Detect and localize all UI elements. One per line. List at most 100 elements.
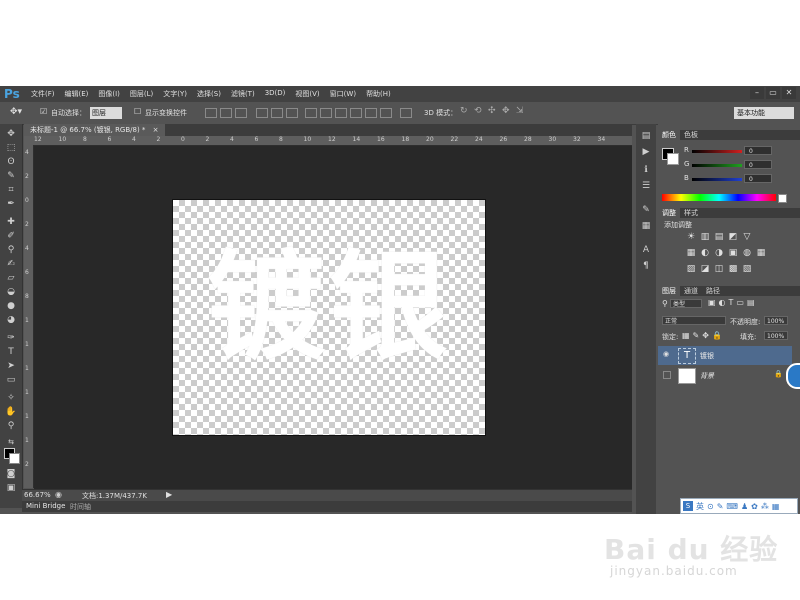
tab-mini-bridge[interactable]: Mini Bridge (26, 502, 65, 510)
menu-help[interactable]: 帮助(H) (361, 89, 396, 99)
menu-3d[interactable]: 3D(D) (260, 89, 291, 99)
menu-image[interactable]: 图像(I) (93, 89, 125, 99)
color-balance-icon[interactable]: ◐ (700, 248, 710, 258)
spectrum-white[interactable] (778, 194, 787, 203)
layer-filter-dropdown[interactable]: 类型 (670, 299, 702, 308)
threshold-icon[interactable]: ◫ (714, 264, 724, 274)
quick-select-tool-icon[interactable]: ✎ (5, 170, 17, 182)
brush-tool-icon[interactable]: ✐ (5, 230, 17, 242)
menu-edit[interactable]: 编辑(E) (60, 89, 94, 99)
layer-visibility-eye-icon[interactable]: ◉ (663, 351, 670, 358)
tab-color[interactable]: 颜色 (658, 130, 680, 140)
3d-tool-icon[interactable]: ✧ (5, 392, 17, 404)
align-right-icon[interactable] (286, 108, 298, 118)
eyedropper-tool-icon[interactable]: ✒ (5, 198, 17, 210)
document-tab[interactable]: 未标题-1 @ 66.7% (镀银, RGB/8) * × (24, 124, 165, 136)
workspace-dropdown[interactable]: 基本功能 (734, 107, 794, 119)
tab-swatches[interactable]: 色板 (680, 130, 702, 140)
blue-value[interactable]: 0 (744, 174, 772, 183)
blur-tool-icon[interactable]: ● (5, 300, 17, 312)
zoom-level[interactable]: 66.67% (24, 491, 51, 499)
posterize-icon[interactable]: ◪ (700, 264, 710, 274)
restore-button[interactable]: ▭ (766, 87, 780, 99)
lock-icons[interactable]: ▦✎✥🔒 (682, 331, 725, 340)
auto-select-mode-dropdown[interactable]: 图层 (90, 107, 122, 119)
marquee-tool-icon[interactable]: ⬚ (5, 142, 17, 154)
zoom-tool-icon[interactable]: ⚲ (5, 420, 17, 432)
crop-tool-icon[interactable]: ⌗ (5, 184, 17, 196)
layer-visibility-box[interactable] (663, 371, 671, 379)
red-slider[interactable] (692, 150, 742, 153)
move-tool-icon[interactable]: ✥ (5, 128, 17, 140)
color-panel-background[interactable] (667, 153, 679, 165)
layer-name[interactable]: 镀银 (700, 351, 714, 361)
hue-saturation-icon[interactable]: ▦ (686, 248, 696, 258)
color-lookup-icon[interactable]: ▦ (756, 248, 766, 258)
levels-icon[interactable]: ▥ (700, 232, 710, 242)
fill-field[interactable]: 100% (764, 331, 788, 340)
3d-scale-icon[interactable]: ⇲ (516, 106, 524, 116)
tab-timeline[interactable]: 时间轴 (70, 502, 91, 512)
tab-paths[interactable]: 路径 (702, 286, 724, 296)
3d-roll-icon[interactable]: ⟲ (474, 106, 482, 116)
paragraph-panel-icon[interactable]: ¶ (640, 260, 652, 272)
status-menu-arrow-icon[interactable]: ▶ (166, 490, 172, 499)
3d-slide-icon[interactable]: ✥ (502, 106, 510, 116)
ime-skin-icon[interactable]: ✿ (751, 502, 758, 511)
lasso-tool-icon[interactable]: ʘ (5, 156, 17, 168)
tab-styles[interactable]: 样式 (680, 208, 702, 218)
align-top-icon[interactable] (205, 108, 217, 118)
align-hcenter-icon[interactable] (271, 108, 283, 118)
menu-window[interactable]: 窗口(W) (325, 89, 361, 99)
black-white-icon[interactable]: ◑ (714, 248, 724, 258)
dodge-tool-icon[interactable]: ◕ (5, 314, 17, 326)
red-value[interactable]: 0 (744, 146, 772, 155)
brightness-contrast-icon[interactable]: ☀ (686, 232, 696, 242)
distribute-bottom-icon[interactable] (335, 108, 347, 118)
channel-mixer-icon[interactable]: ◍ (742, 248, 752, 258)
type-tool-icon[interactable]: T (5, 346, 17, 358)
clone-stamp-tool-icon[interactable]: ⚲ (5, 244, 17, 256)
path-select-tool-icon[interactable]: ➤ (5, 360, 17, 372)
layer-name[interactable]: 背景 (700, 371, 714, 381)
distribute-hcenter-icon[interactable] (365, 108, 377, 118)
green-slider[interactable] (692, 164, 742, 167)
auto-select-checkbox[interactable]: ☑ (40, 107, 47, 116)
pen-tool-icon[interactable]: ✑ (5, 332, 17, 344)
menu-view[interactable]: 视图(V) (290, 89, 324, 99)
opacity-field[interactable]: 100% (764, 316, 788, 325)
3d-rotate-icon[interactable]: ↻ (460, 106, 468, 116)
gradient-map-icon[interactable]: ▩ (728, 264, 738, 274)
3d-drag-icon[interactable]: ✣ (488, 106, 496, 116)
close-button[interactable]: ✕ (782, 87, 796, 99)
brush-presets-icon[interactable]: ▦ (640, 220, 652, 232)
ime-menu-icon[interactable]: ▦ (772, 502, 780, 511)
shape-tool-icon[interactable]: ▭ (5, 374, 17, 386)
selective-color-icon[interactable]: ▧ (742, 264, 752, 274)
screen-mode-icon[interactable]: ▣ (5, 482, 17, 494)
ime-punct-icon[interactable]: ⊙ (707, 502, 714, 511)
ime-keyboard-icon[interactable]: ⌨ (726, 502, 738, 511)
color-switch-icon[interactable]: ⇆ (5, 436, 17, 448)
minimize-button[interactable]: – (750, 87, 764, 99)
tab-close-icon[interactable]: × (153, 126, 159, 134)
layer-filter-icons[interactable]: ▣◐T▭▤ (708, 298, 758, 307)
distribute-vcenter-icon[interactable] (320, 108, 332, 118)
healing-brush-tool-icon[interactable]: ✚ (5, 216, 17, 228)
tab-channels[interactable]: 通道 (680, 286, 702, 296)
blend-mode-dropdown[interactable]: 正常 (662, 316, 726, 325)
ime-language[interactable]: 英 (696, 501, 704, 512)
history-panel-icon[interactable]: ▤ (640, 130, 652, 142)
layer-row-background[interactable]: 背景 🔒 (658, 366, 792, 385)
exposure-icon[interactable]: ◩ (728, 232, 738, 242)
tab-layers[interactable]: 图层 (658, 286, 680, 296)
distribute-top-icon[interactable] (305, 108, 317, 118)
paint-bucket-tool-icon[interactable]: ◒ (5, 286, 17, 298)
distribute-left-icon[interactable] (350, 108, 362, 118)
ime-tools-icon[interactable]: ⁂ (761, 502, 769, 511)
menu-file[interactable]: 文件(F) (26, 89, 60, 99)
floating-assistant-icon[interactable] (786, 363, 800, 389)
menu-select[interactable]: 选择(S) (192, 89, 226, 99)
info-panel-icon[interactable]: ℹ (640, 164, 652, 176)
document-canvas[interactable]: 镀银 (173, 200, 485, 435)
